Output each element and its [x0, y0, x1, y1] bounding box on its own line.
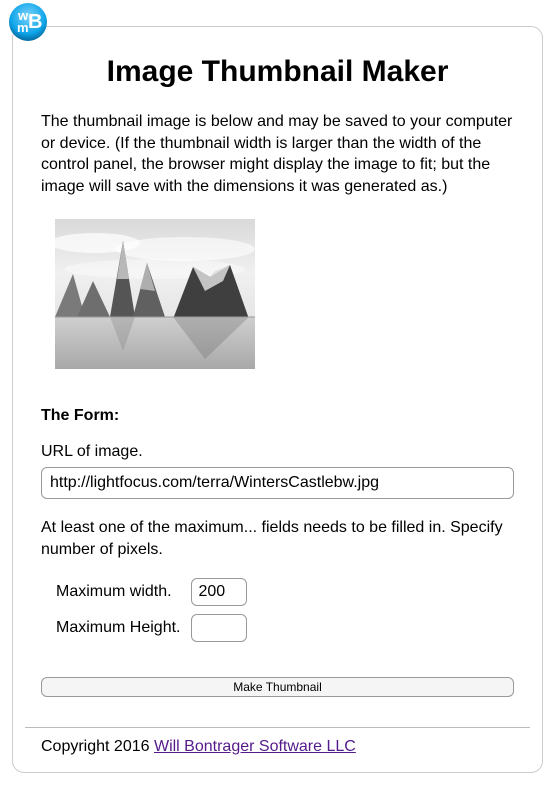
svg-text:m: m [17, 20, 29, 35]
description-text: The thumbnail image is below and may be … [41, 111, 514, 197]
max-width-input[interactable] [191, 578, 247, 606]
max-height-input[interactable] [191, 614, 247, 642]
divider [25, 727, 530, 728]
url-input[interactable] [41, 467, 514, 499]
thumbnail-image [55, 219, 255, 369]
dimension-hint: At least one of the maximum... fields ne… [41, 517, 514, 560]
max-height-row: Maximum Height. [55, 613, 257, 643]
url-label: URL of image. [41, 443, 514, 461]
copyright-text: Copyright 2016 Will Bontrager Software L… [41, 738, 514, 760]
max-width-label: Maximum width. [55, 577, 190, 607]
max-width-row: Maximum width. [55, 577, 257, 607]
form-heading: The Form: [41, 407, 514, 425]
max-height-label: Maximum Height. [55, 613, 190, 643]
copyright-prefix: Copyright 2016 [41, 738, 154, 755]
svg-text:B: B [28, 11, 42, 33]
make-thumbnail-button[interactable]: Make Thumbnail [41, 677, 514, 697]
page-title: Image Thumbnail Maker [41, 55, 514, 89]
wmb-logo-icon: w m B [8, 2, 48, 42]
main-panel: Image Thumbnail Maker The thumbnail imag… [12, 26, 543, 773]
copyright-link[interactable]: Will Bontrager Software LLC [154, 738, 356, 755]
